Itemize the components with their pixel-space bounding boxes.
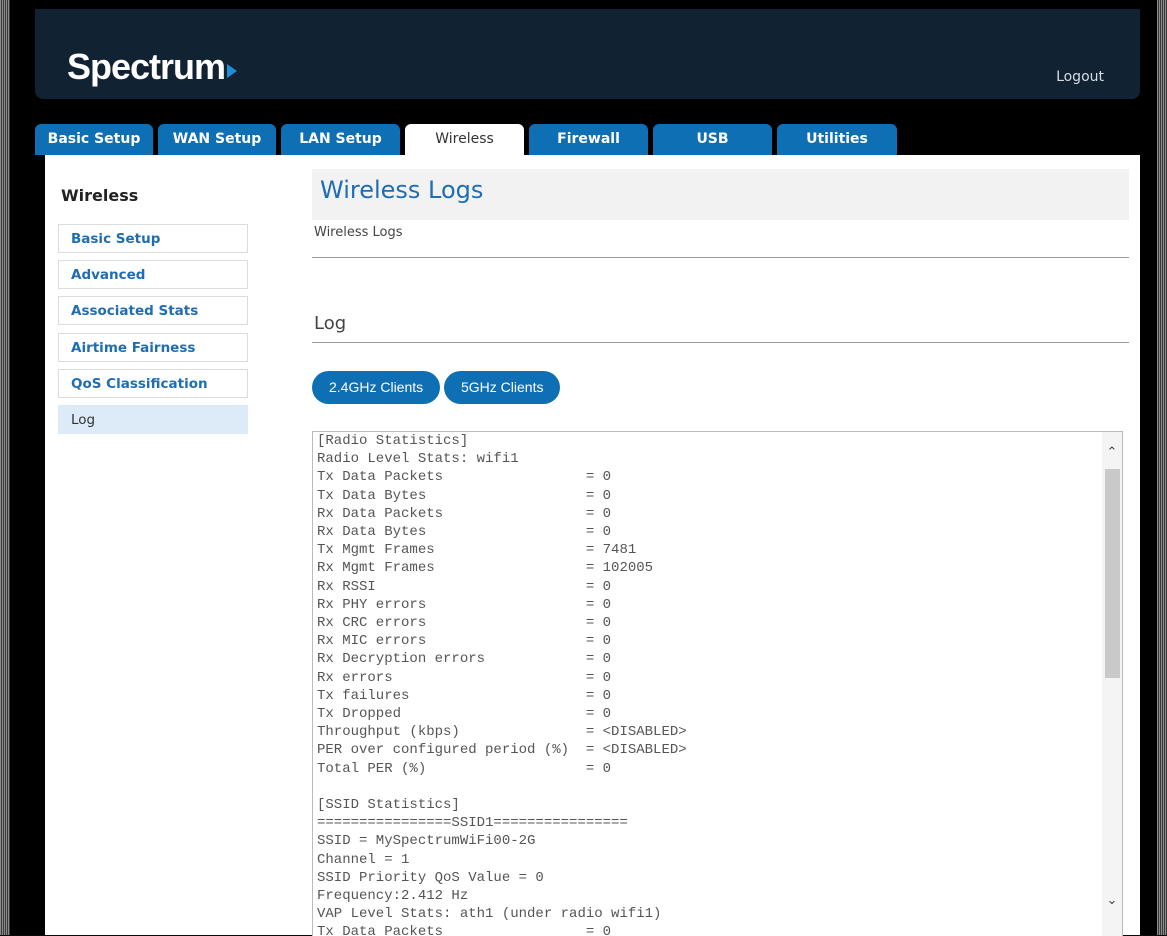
- log-section-heading: Log: [314, 313, 347, 334]
- page-title: Wireless Logs: [320, 176, 484, 204]
- log-textarea[interactable]: [Radio Statistics] Radio Level Stats: wi…: [312, 431, 1123, 936]
- tab-utilities[interactable]: Utilities: [777, 124, 897, 155]
- header: Spectrum Logout: [35, 9, 1140, 99]
- page-subtitle: Wireless Logs: [314, 225, 403, 240]
- tab-firewall[interactable]: Firewall: [529, 124, 648, 155]
- spectrum-logo: Spectrum: [67, 46, 238, 87]
- left-border: [0, 0, 10, 935]
- divider: [312, 257, 1129, 258]
- tab-wan-setup[interactable]: WAN Setup: [158, 124, 276, 155]
- content-area: Wireless Basic Setup Advanced Associated…: [45, 155, 1140, 936]
- scroll-down-icon[interactable]: ⌄: [1105, 894, 1119, 908]
- right-border: [1157, 0, 1167, 935]
- logo-text: Spectrum: [67, 46, 226, 87]
- tab-basic-setup[interactable]: Basic Setup: [35, 124, 153, 155]
- sidebar-item-qos-classification[interactable]: QoS Classification: [58, 369, 248, 398]
- log-content: [Radio Statistics] Radio Level Stats: wi…: [317, 433, 687, 936]
- scrollbar-thumb[interactable]: [1105, 469, 1120, 678]
- vertical-scrollbar[interactable]: ⌃ ⌄: [1102, 432, 1122, 936]
- page: Spectrum Logout Basic Setup WAN Setup LA…: [10, 0, 1157, 936]
- divider: [312, 342, 1129, 343]
- logo-arrow-icon: [227, 64, 238, 78]
- clients-24ghz-button[interactable]: 2.4GHz Clients: [312, 371, 441, 404]
- sidebar-item-log[interactable]: Log: [58, 405, 248, 434]
- sidebar-item-associated-stats[interactable]: Associated Stats: [58, 296, 248, 325]
- sidebar-item-advanced[interactable]: Advanced: [58, 260, 248, 289]
- clients-5ghz-button[interactable]: 5GHz Clients: [444, 371, 561, 404]
- tab-usb[interactable]: USB: [653, 124, 772, 155]
- tab-lan-setup[interactable]: LAN Setup: [281, 124, 400, 155]
- sidebar-item-airtime-fairness[interactable]: Airtime Fairness: [58, 333, 248, 362]
- sidebar-item-basic-setup[interactable]: Basic Setup: [58, 224, 248, 253]
- page-title-bar: Wireless Logs: [312, 169, 1129, 220]
- scroll-up-icon[interactable]: ⌃: [1105, 446, 1119, 460]
- logout-link[interactable]: Logout: [1056, 69, 1104, 85]
- main-tabs: Basic Setup WAN Setup LAN Setup Wireless…: [35, 124, 1140, 155]
- sidebar-title: Wireless: [61, 186, 139, 205]
- tab-wireless[interactable]: Wireless: [405, 124, 524, 155]
